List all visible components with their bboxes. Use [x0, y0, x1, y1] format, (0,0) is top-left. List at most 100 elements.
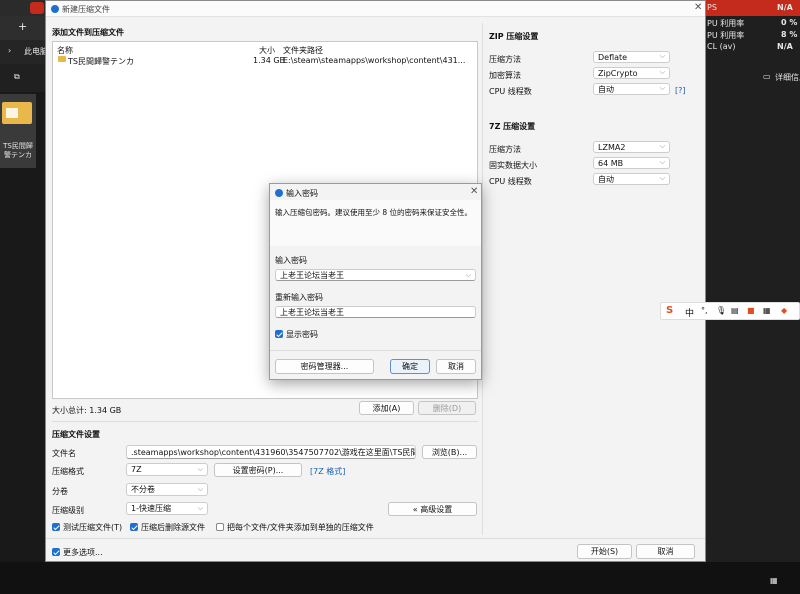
repeat-password-label: 重新输入密码 — [275, 293, 323, 302]
chevron-down-icon: ⌵ — [659, 68, 665, 77]
show-password-option[interactable]: 显示密码 — [275, 329, 318, 339]
dialog-cancel-button[interactable]: 取消 — [436, 359, 476, 374]
show-password-label: 显示密码 — [286, 329, 318, 339]
7z-solid-value: 64 MB — [598, 158, 624, 168]
more-options-label: 更多选项... — [63, 547, 103, 557]
browser-tab-icon — [30, 2, 44, 14]
7z-threads-value: 自动 — [598, 174, 614, 184]
selected-folder-tile[interactable]: TS民間歸警テンカ — [0, 94, 36, 168]
test-archive-option[interactable]: 测试压缩文件(T) — [52, 522, 122, 532]
monitor-value-1: 0 % — [781, 18, 798, 27]
microphone-icon[interactable]: 🎙 — [716, 306, 726, 315]
table-row[interactable]: TS民間歸警テンカ 1.34 GB E:\steam\steamapps\wor… — [53, 54, 477, 66]
show-password-checkbox[interactable] — [275, 330, 283, 338]
new-tab-button[interactable]: + — [18, 20, 27, 33]
fox-icon[interactable]: ◆ — [781, 306, 787, 315]
format-select[interactable]: 7Z ⌵ — [126, 463, 208, 476]
7z-method-label: 压缩方法 — [489, 145, 521, 154]
split-label: 分卷 — [52, 487, 68, 496]
archive-settings-section-title: 压缩文件设置 — [52, 430, 100, 439]
monitor-header: PS N/A — [705, 0, 800, 16]
chevron-down-icon: ⌵ — [197, 503, 203, 512]
separate-archives-checkbox[interactable] — [216, 523, 224, 531]
ok-button[interactable]: 确定 — [390, 359, 430, 374]
test-archive-label: 测试压缩文件(T) — [63, 522, 123, 532]
view-icon[interactable]: ▦ — [770, 576, 778, 585]
help-link[interactable]: [?] — [675, 86, 686, 95]
delete-source-checkbox[interactable] — [130, 523, 138, 531]
keyboard-icon[interactable]: ▤ — [731, 306, 739, 315]
chevron-down-icon: ⌵ — [659, 158, 665, 167]
password-input[interactable]: 上老王论坛当老王 ⌵ — [275, 269, 476, 281]
share-icon[interactable]: ⧉ — [14, 72, 20, 82]
set-password-button[interactable]: 设置密码(P)... — [214, 463, 302, 477]
separate-archives-label: 把每个文件/文件夹添加到单独的压缩文件 — [227, 522, 374, 532]
row-name: TS民間歸警テンカ — [68, 57, 134, 66]
repeat-password-input[interactable]: 上老王论坛当老王 — [275, 306, 476, 318]
chevron-down-icon: ⌵ — [197, 464, 203, 473]
dialog-hint-area: 输入压缩包密码。建议使用至少 8 位的密码来保证安全性。 — [270, 200, 481, 246]
details-icon: ▭ — [763, 72, 771, 81]
more-options-toggle[interactable]: 更多选项... — [52, 547, 103, 557]
7z-solid-label: 固实数据大小 — [489, 161, 537, 170]
delete-source-option[interactable]: 压缩后删除源文件 — [130, 522, 205, 532]
filename-input[interactable]: .steamapps\workshop\content\431960\35475… — [126, 445, 416, 459]
ime-mode-button[interactable]: 中 — [685, 306, 694, 319]
punctuation-icon[interactable]: °, — [701, 306, 708, 315]
zip-threads-select[interactable]: 自动 ⌵ — [593, 83, 670, 95]
divider — [46, 538, 705, 539]
folder-icon — [58, 56, 66, 62]
7z-method-select[interactable]: LZMA2 ⌵ — [593, 141, 670, 153]
zip-method-select[interactable]: Deflate ⌵ — [593, 51, 670, 63]
add-button[interactable]: 添加(A) — [359, 401, 414, 415]
filename-value: .steamapps\workshop\content\431960\35475… — [131, 447, 415, 457]
level-select[interactable]: 1-快速压缩 ⌵ — [126, 502, 208, 515]
chevron-down-icon: ⌵ — [659, 84, 665, 93]
chevron-down-icon[interactable]: ⌵ — [466, 271, 471, 280]
folder-icon — [2, 102, 32, 124]
split-select[interactable]: 不分卷 ⌵ — [126, 483, 208, 496]
monitor-value-2: 8 % — [781, 30, 798, 39]
sogou-logo-icon[interactable]: S — [666, 305, 673, 316]
skin-icon[interactable]: ■ — [747, 306, 755, 315]
background-monitor-panel: PS N/A PU 利用率 0 % PU 利用率 8 % CL (av) N/A… — [705, 0, 800, 562]
filename-label: 文件名 — [52, 449, 76, 458]
zip-encryption-label: 加密算法 — [489, 71, 521, 80]
cancel-button[interactable]: 取消 — [636, 544, 695, 559]
close-icon[interactable]: ✕ — [470, 186, 478, 197]
zip-method-value: Deflate — [598, 52, 628, 62]
7z-threads-label: CPU 线程数 — [489, 177, 532, 186]
password-label: 输入密码 — [275, 256, 307, 265]
monitor-label-2: PU 利用率 — [707, 31, 745, 40]
remove-button[interactable]: 删除(D) — [418, 401, 476, 415]
zip-encryption-select[interactable]: ZipCrypto ⌵ — [593, 67, 670, 79]
separate-archives-option[interactable]: 把每个文件/文件夹添加到单独的压缩文件 — [216, 522, 374, 532]
level-value: 1-快速压缩 — [131, 504, 171, 513]
password-dialog: 输入密码 ✕ 输入压缩包密码。建议使用至少 8 位的密码来保证安全性。 输入密码… — [269, 183, 482, 380]
close-icon[interactable]: ✕ — [694, 2, 702, 13]
dialog-title: 输入密码 — [286, 189, 318, 198]
row-path: E:\steam\steamapps\workshop\content\431.… — [283, 56, 466, 65]
document-icon — [6, 108, 18, 118]
advanced-settings-button[interactable]: « 高级设置 — [388, 502, 477, 516]
app-icon — [51, 5, 59, 13]
test-archive-checkbox[interactable] — [52, 523, 60, 531]
7z-method-value: LZMA2 — [598, 142, 626, 152]
monitor-label-3: CL (av) — [707, 42, 736, 51]
chevron-right-icon[interactable]: › — [8, 46, 11, 55]
chevron-down-icon: ⌵ — [197, 484, 203, 493]
divider — [52, 421, 478, 422]
more-options-checkbox[interactable] — [52, 548, 60, 556]
toolbox-icon[interactable]: ▦ — [763, 306, 771, 315]
background-file-area: TS民間歸警テンカ — [0, 92, 45, 562]
zip-encryption-value: ZipCrypto — [598, 68, 638, 78]
delete-source-label: 压缩后删除源文件 — [141, 522, 205, 532]
7z-solid-select[interactable]: 64 MB ⌵ — [593, 157, 670, 169]
monitor-label-0: PS — [707, 3, 717, 12]
format-link[interactable]: [7Z 格式] — [310, 466, 345, 477]
start-button[interactable]: 开始(S) — [577, 544, 632, 559]
7z-threads-select[interactable]: 自动 ⌵ — [593, 173, 670, 185]
browse-button[interactable]: 浏览(B)... — [422, 445, 477, 459]
details-button[interactable]: 详细信息 — [775, 72, 800, 83]
password-manager-button[interactable]: 密码管理器... — [275, 359, 374, 374]
